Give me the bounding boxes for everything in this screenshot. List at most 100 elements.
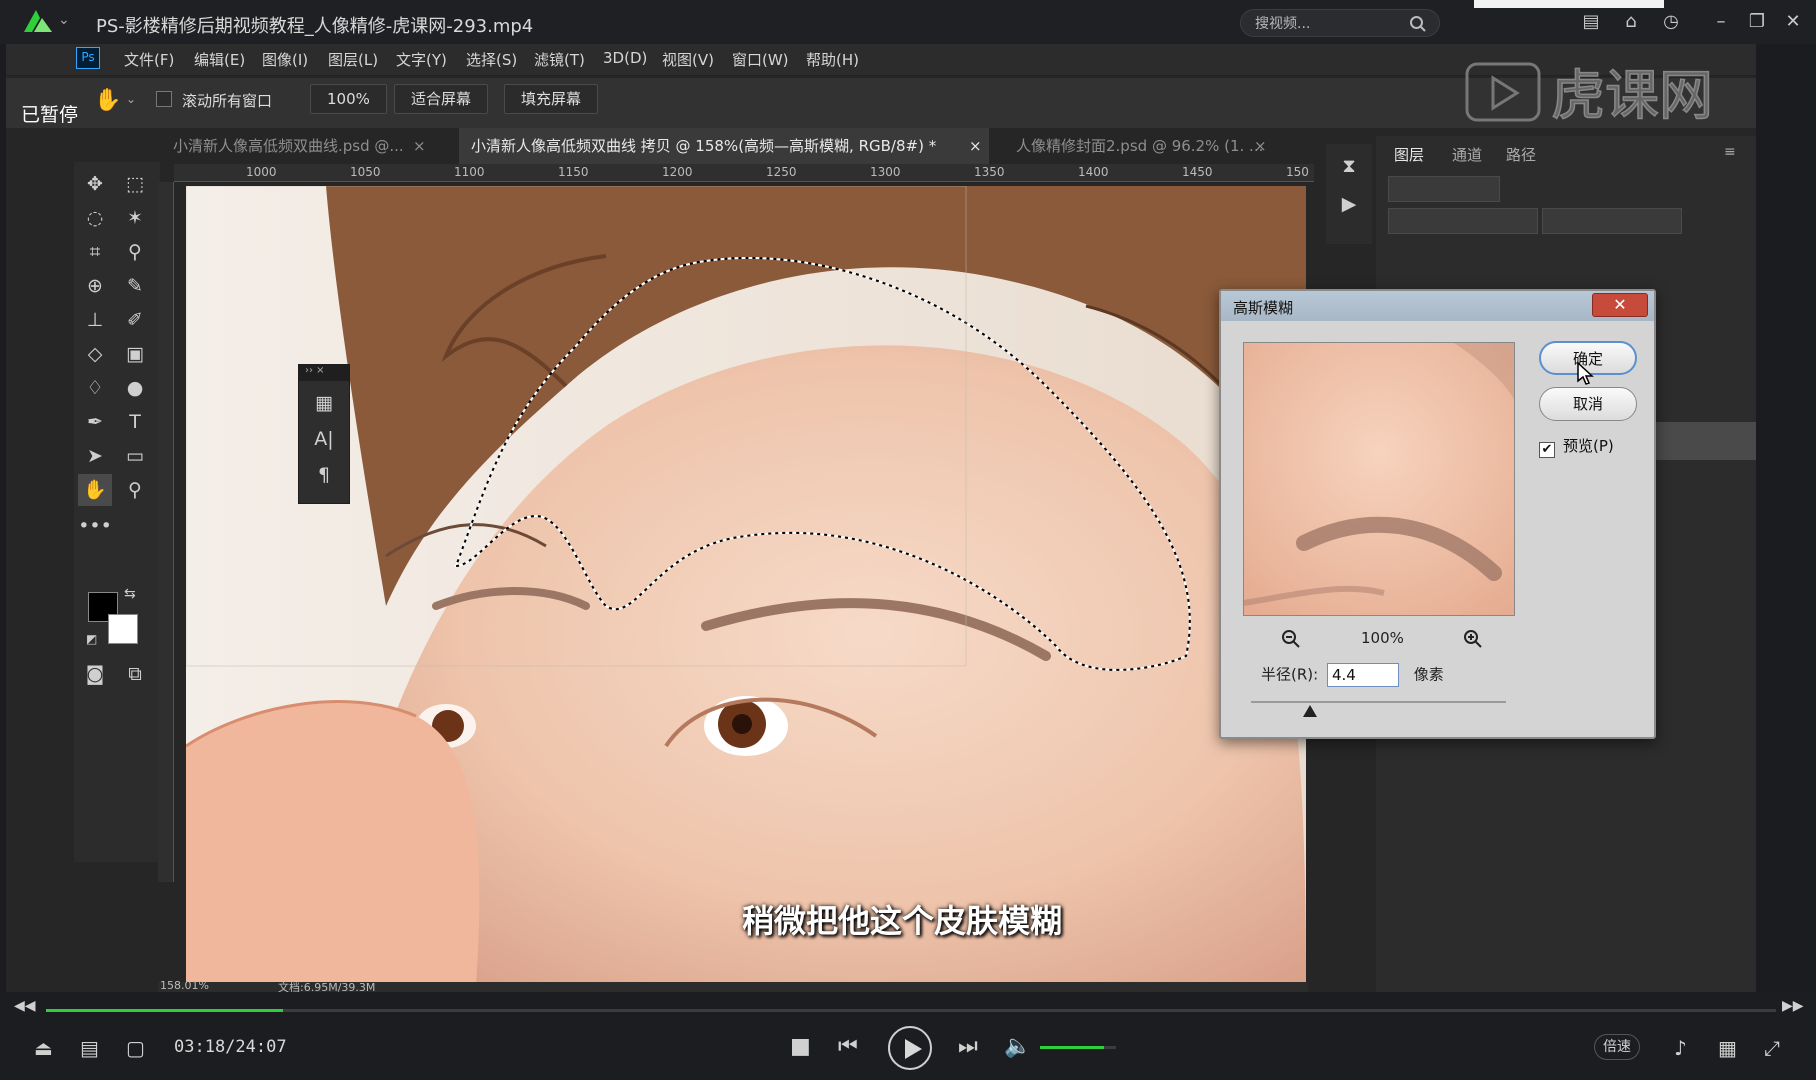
menu-help[interactable]: 帮助(H)	[806, 49, 859, 70]
menu-file[interactable]: 文件(F)	[124, 49, 174, 70]
hand-tool-icon[interactable]: ✋	[94, 88, 121, 113]
play-button[interactable]	[888, 1026, 932, 1070]
magic-wand-icon[interactable]: ✶	[118, 202, 152, 234]
zoom-out-icon[interactable]	[1281, 629, 1301, 649]
eraser-tool-icon[interactable]: ◇	[78, 338, 112, 370]
character-icon[interactable]: A|	[307, 423, 341, 455]
menu-select[interactable]: 选择(S)	[466, 49, 517, 70]
glyphs-icon[interactable]: ▦	[307, 387, 341, 419]
speed-button[interactable]: 倍速	[1594, 1034, 1640, 1060]
close-button[interactable]: ✕	[1780, 10, 1806, 34]
fill-screen-button[interactable]: 填充屏幕	[504, 84, 599, 114]
brush-tool-icon[interactable]: ✎	[118, 270, 152, 302]
stop-icon[interactable]: ■	[790, 1034, 811, 1059]
move-tool-icon[interactable]: ✥	[78, 168, 112, 200]
background-color-swatch[interactable]	[108, 614, 138, 644]
fast-forward-icon[interactable]: ▶▶	[1782, 998, 1804, 1014]
gradient-tool-icon[interactable]: ▣	[118, 338, 152, 370]
history-icon[interactable]: ◷	[1658, 10, 1684, 34]
pen-tool-icon[interactable]: ✒	[78, 406, 112, 438]
quick-mask-icon[interactable]: ◙	[78, 658, 112, 690]
dodge-tool-icon[interactable]: ●	[118, 372, 152, 404]
menu-edit[interactable]: 编辑(E)	[194, 49, 245, 70]
tab-close-icon[interactable]: ×	[413, 128, 426, 164]
fit-screen-button[interactable]: 适合屏幕	[394, 84, 489, 114]
cancel-button[interactable]: 取消	[1539, 387, 1637, 421]
next-icon[interactable]: ⏭	[958, 1034, 978, 1059]
search-input[interactable]	[1255, 14, 1395, 34]
more-tools-icon[interactable]: •••	[78, 510, 112, 542]
doc-tab-2[interactable]: 小清新人像高低频双曲线 拷贝 @ 158%(高频—高斯模糊, RGB/8#) *…	[459, 128, 989, 164]
danmaku-icon[interactable]: ▢	[126, 1036, 145, 1060]
scroll-all-checkbox[interactable]	[156, 91, 172, 107]
sound-effect-icon[interactable]: ♪	[1674, 1036, 1687, 1060]
screenshot-icon[interactable]: ▤	[1578, 10, 1604, 34]
doc-tab-3[interactable]: 人像精修封面2.psd @ 96.2% (1. ... ×	[1004, 128, 1274, 164]
type-tool-icon[interactable]: T	[118, 406, 152, 438]
playlist-icon[interactable]: ▤	[80, 1036, 99, 1060]
clone-stamp-icon[interactable]: ⊥	[78, 304, 112, 336]
blur-preview[interactable]	[1243, 342, 1515, 616]
dialog-close-button[interactable]: ✕	[1592, 293, 1648, 317]
swap-colors-icon[interactable]: ⇆	[124, 586, 136, 602]
lasso-tool-icon[interactable]: ◌	[78, 202, 112, 234]
blend-mode-select[interactable]	[1388, 208, 1538, 234]
layer-row-selected[interactable]	[1646, 422, 1756, 460]
toolbox-icon[interactable]: ▦	[1718, 1036, 1737, 1060]
panel-menu-icon[interactable]: ≡	[1724, 144, 1736, 160]
skin-icon[interactable]: ⌂	[1618, 10, 1644, 34]
eyedropper-icon[interactable]: ⚲	[118, 236, 152, 268]
search-icon[interactable]	[1409, 15, 1427, 33]
checkbox-checked-icon[interactable]: ✔	[1539, 442, 1555, 458]
menu-layer[interactable]: 图层(L)	[328, 49, 378, 70]
menu-window[interactable]: 窗口(W)	[732, 49, 789, 70]
marquee-tool-icon[interactable]: ⬚	[118, 168, 152, 200]
history-panel-icon[interactable]: ⧗	[1332, 150, 1366, 182]
radius-slider-track[interactable]	[1251, 701, 1506, 703]
zoom-100-button[interactable]: 100%	[310, 84, 387, 114]
healing-brush-icon[interactable]: ⊕	[78, 270, 112, 302]
fullscreen-icon[interactable]: ⤢	[1764, 1036, 1780, 1060]
dialog-titlebar[interactable]: 高斯模糊 ✕	[1221, 291, 1654, 321]
radius-input[interactable]: 4.4	[1326, 663, 1399, 687]
menu-chevron-icon[interactable]: ⌄	[58, 12, 70, 28]
tab-paths[interactable]: 路径	[1506, 144, 1536, 165]
video-frame[interactable]: Ps 文件(F) 编辑(E) 图像(I) 图层(L) 文字(Y) 选择(S) 滤…	[6, 44, 1756, 992]
tab-close-icon[interactable]: ×	[1254, 128, 1267, 164]
menu-view[interactable]: 视图(V)	[662, 49, 714, 70]
menu-filter[interactable]: 滤镜(T)	[534, 49, 585, 70]
screen-mode-icon[interactable]: ⧉	[118, 658, 152, 690]
tab-layers[interactable]: 图层	[1394, 144, 1424, 165]
history-brush-icon[interactable]: ✐	[118, 304, 152, 336]
progress-track[interactable]	[46, 1009, 1776, 1012]
tab-channels[interactable]: 通道	[1452, 144, 1482, 165]
previous-icon[interactable]: ⏮	[838, 1034, 858, 1059]
opacity-field[interactable]	[1542, 208, 1682, 234]
volume-icon[interactable]: 🔈	[1004, 1034, 1031, 1059]
crop-tool-icon[interactable]: ⌗	[78, 236, 112, 268]
radius-slider-thumb[interactable]	[1303, 705, 1317, 717]
hand-tool-icon[interactable]: ✋	[78, 474, 112, 506]
restore-button[interactable]: ❐	[1744, 10, 1770, 34]
menu-image[interactable]: 图像(I)	[262, 49, 308, 70]
panel-header[interactable]: ›› ×	[299, 365, 349, 381]
eject-icon[interactable]: ⏏	[34, 1036, 53, 1060]
path-select-icon[interactable]: ➤	[78, 440, 112, 472]
zoom-tool-icon[interactable]: ⚲	[118, 474, 152, 506]
actions-play-icon[interactable]: ▶	[1332, 188, 1366, 220]
menu-3d[interactable]: 3D(D)	[603, 49, 647, 67]
minimize-button[interactable]: –	[1708, 10, 1734, 34]
tool-preset-chevron-icon[interactable]: ⌄	[126, 92, 136, 106]
rewind-icon[interactable]: ◀◀	[14, 998, 36, 1014]
search-box[interactable]	[1240, 9, 1440, 37]
default-colors-icon[interactable]: ◩	[86, 632, 97, 646]
preview-checkbox[interactable]: ✔ 预览(P)	[1539, 435, 1614, 458]
zoom-in-icon[interactable]	[1463, 629, 1483, 649]
paragraph-icon[interactable]: ¶	[307, 459, 341, 491]
doc-tab-1[interactable]: 小清新人像高低频双曲线.psd @... ×	[161, 128, 431, 164]
image-canvas[interactable]	[186, 186, 1306, 986]
shape-tool-icon[interactable]: ▭	[118, 440, 152, 472]
blur-tool-icon[interactable]: ♢	[78, 372, 112, 404]
layer-filter-select[interactable]	[1388, 176, 1500, 202]
menu-type[interactable]: 文字(Y)	[396, 49, 447, 70]
